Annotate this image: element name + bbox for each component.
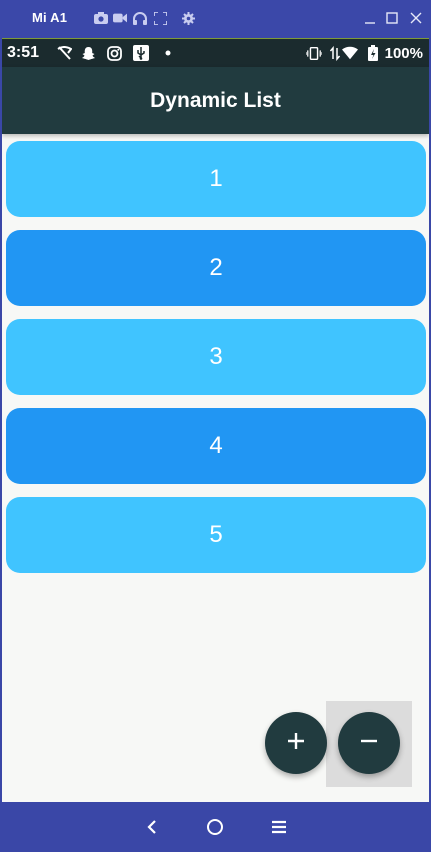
- item-list: 1 2 3 4 5: [6, 141, 426, 586]
- video-icon[interactable]: [113, 11, 127, 25]
- minimize-icon[interactable]: [362, 10, 378, 26]
- list-item[interactable]: 4: [6, 408, 426, 484]
- list-item-label: 2: [209, 254, 223, 281]
- plus-icon: [286, 731, 306, 756]
- remove-item-button[interactable]: [338, 712, 400, 774]
- app-bar: Dynamic List: [2, 67, 429, 134]
- back-icon[interactable]: [139, 814, 165, 840]
- list-item[interactable]: 2: [6, 230, 426, 306]
- battery-icon: [365, 45, 381, 61]
- app-title: Dynamic List: [150, 88, 281, 112]
- vibrate-icon: [306, 45, 322, 61]
- system-nav-bar: [0, 802, 431, 852]
- list-item[interactable]: 5: [6, 497, 426, 573]
- dot-icon: [160, 45, 176, 61]
- list-item-label: 1: [209, 165, 223, 192]
- signal-off-icon: [56, 45, 72, 61]
- wifi-icon: [342, 45, 358, 61]
- recents-icon[interactable]: [266, 814, 292, 840]
- add-item-button[interactable]: [265, 712, 327, 774]
- window-title: Mi A1: [32, 10, 68, 25]
- home-icon[interactable]: [202, 814, 228, 840]
- list-item[interactable]: 1: [6, 141, 426, 217]
- list-item-label: 5: [209, 521, 223, 548]
- settings-icon[interactable]: [181, 11, 195, 25]
- minus-icon: [359, 731, 379, 756]
- list-item-label: 3: [209, 343, 223, 370]
- status-time: 3:51: [7, 44, 40, 61]
- data-arrows-icon: [327, 45, 343, 61]
- emulator-title-bar: Mi A1: [0, 0, 431, 38]
- camera-icon[interactable]: [94, 11, 108, 25]
- headphones-icon[interactable]: [133, 11, 147, 25]
- battery-percent: 100%: [384, 45, 423, 62]
- device-screen: 3:51 100% Dynamic List 1 2 3 4 5: [2, 38, 429, 802]
- snapchat-icon: [80, 45, 96, 61]
- usb-icon: [133, 45, 149, 61]
- maximize-icon[interactable]: [384, 10, 400, 26]
- fullscreen-icon[interactable]: [153, 11, 167, 25]
- list-item[interactable]: 3: [6, 319, 426, 395]
- close-icon[interactable]: [408, 10, 424, 26]
- instagram-icon: [106, 45, 122, 61]
- list-item-label: 4: [209, 432, 223, 459]
- status-bar: 3:51 100%: [2, 39, 429, 67]
